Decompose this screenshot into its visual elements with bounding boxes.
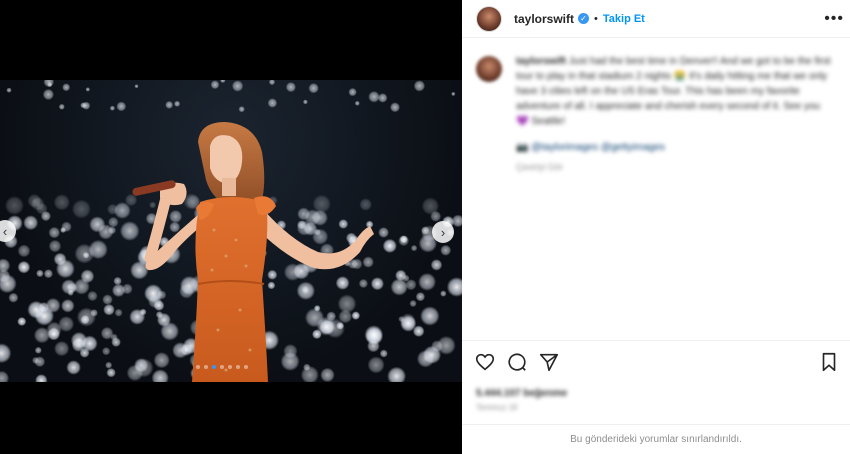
- post-caption: taylorswift Just had the best time in De…: [476, 52, 840, 182]
- caption-avatar[interactable]: [476, 56, 502, 82]
- post-side-panel: taylorswift ✓ • Takip Et ••• taylorswift…: [462, 0, 850, 454]
- chevron-right-icon[interactable]: ›: [432, 221, 454, 243]
- comment-icon[interactable]: [506, 351, 528, 373]
- caption-tags[interactable]: 📷 @taylorimages @gettyimages: [516, 142, 665, 153]
- post-media[interactable]: ‹ ›: [0, 0, 462, 454]
- comments-restricted-notice: Bu gönderideki yorumlar sınırlandırıldı.: [462, 424, 850, 454]
- share-icon[interactable]: [538, 351, 560, 373]
- carousel-dot: [244, 365, 248, 369]
- carousel-dot: [228, 365, 232, 369]
- avatar[interactable]: [476, 5, 502, 32]
- follow-button[interactable]: Takip Et: [603, 13, 645, 25]
- more-horizontal-icon[interactable]: •••: [824, 10, 844, 28]
- like-count[interactable]: 5.444.107 beğenme: [476, 388, 567, 399]
- see-translation-link[interactable]: Çeviriyi Gör: [516, 162, 563, 172]
- carousel-dot: [212, 365, 216, 369]
- caption-text: taylorswift Just had the best time in De…: [516, 54, 834, 129]
- carousel-dots: [196, 365, 248, 369]
- separator: •: [594, 12, 598, 25]
- post-photo[interactable]: [0, 80, 462, 382]
- carousel-dot: [196, 365, 200, 369]
- post-header: taylorswift ✓ • Takip Et •••: [462, 0, 850, 38]
- username-link[interactable]: taylorswift: [514, 12, 574, 26]
- carousel-dot: [204, 365, 208, 369]
- concert-photo-image: [0, 80, 462, 382]
- post-actions: [462, 340, 850, 384]
- carousel-dot: [220, 365, 224, 369]
- verified-badge-icon: ✓: [578, 13, 590, 24]
- bookmark-icon[interactable]: [818, 351, 840, 373]
- post-date[interactable]: Temmuz 18: [476, 403, 517, 412]
- heart-icon[interactable]: [474, 351, 496, 373]
- singer-figure: [132, 122, 374, 382]
- caption-username[interactable]: taylorswift: [516, 56, 566, 67]
- carousel-dot: [236, 365, 240, 369]
